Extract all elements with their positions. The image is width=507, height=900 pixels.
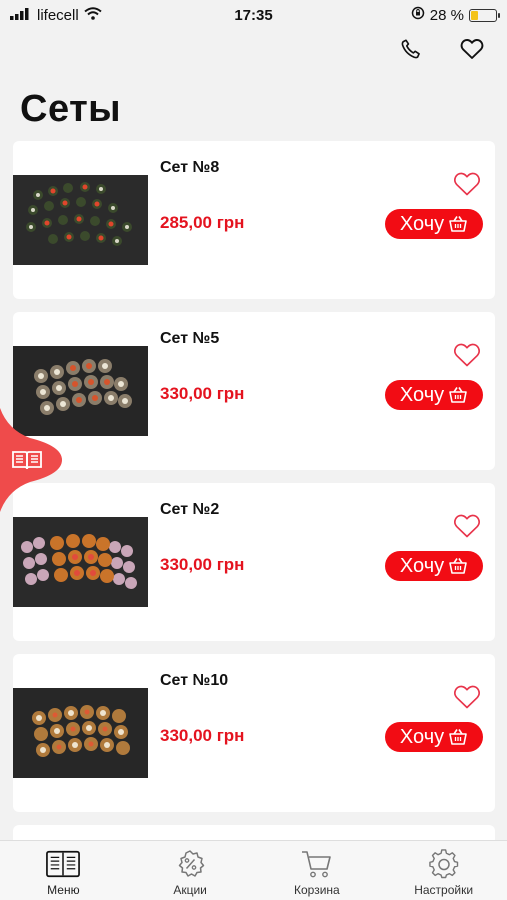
product-price: 330,00 грн [160, 384, 245, 403]
product-name: Сет №5 [160, 330, 220, 347]
tab-settings[interactable]: Настройки [381, 841, 507, 900]
tab-cart[interactable]: Корзина [254, 841, 380, 900]
catalog-menu-bubble[interactable] [0, 408, 64, 512]
heart-icon [460, 39, 484, 59]
heart-outline-icon [454, 685, 480, 709]
add-to-favorites-button[interactable] [453, 684, 481, 710]
want-button[interactable]: Хочу [385, 722, 483, 752]
tab-bar: Меню Акции Корзина Настройки [0, 840, 507, 900]
basket-icon [449, 387, 467, 403]
want-button-label: Хочу [399, 212, 445, 235]
heart-outline-icon [454, 172, 480, 196]
want-button[interactable]: Хочу [385, 380, 483, 410]
battery-percent: 28 % [429, 6, 464, 24]
wifi-icon [84, 6, 102, 24]
status-right: 28 % [411, 6, 500, 24]
product-image [13, 688, 148, 778]
want-button-label: Хочу [399, 725, 445, 748]
favorites-button[interactable] [459, 36, 485, 62]
product-name: Сет №2 [160, 501, 220, 518]
product-card[interactable]: Сет №10 330,00 грн Хочу [13, 654, 495, 812]
page-title: Сеты [20, 88, 122, 130]
product-name: Сет №10 [160, 672, 229, 689]
product-card[interactable]: Сет №2 330,00 грн Хочу [13, 483, 495, 641]
want-button[interactable]: Хочу [385, 551, 483, 581]
signal-icon [10, 7, 32, 24]
product-price: 285,00 грн [160, 213, 245, 232]
menu-book-icon [46, 849, 81, 879]
product-name: Сет №8 [160, 159, 220, 176]
basket-icon [449, 558, 467, 574]
add-to-favorites-button[interactable] [453, 171, 481, 197]
tab-settings-label: Настройки [414, 883, 474, 897]
cart-icon [300, 849, 334, 879]
product-list: Сет №8 285,00 грн Хочу Сет №5 330,00 грн… [13, 141, 495, 858]
add-to-favorites-button[interactable] [453, 513, 481, 539]
product-price: 330,00 грн [160, 726, 245, 745]
want-button-label: Хочу [399, 383, 445, 406]
orientation-lock-icon [411, 6, 425, 24]
tab-promotions-label: Акции [173, 883, 207, 897]
basket-icon [449, 216, 467, 232]
add-to-favorites-button[interactable] [453, 342, 481, 368]
battery-level-fill [471, 10, 478, 20]
want-button[interactable]: Хочу [385, 209, 483, 239]
tab-cart-label: Корзина [294, 883, 340, 897]
heart-outline-icon [454, 514, 480, 538]
header-actions [398, 36, 485, 62]
status-left: lifecell [10, 7, 102, 24]
status-bar: lifecell 17:35 28 % [0, 0, 507, 30]
product-card[interactable]: Сет №5 330,00 грн Хочу [13, 312, 495, 470]
battery-icon [469, 8, 500, 22]
product-price: 330,00 грн [160, 555, 245, 574]
phone-icon [401, 39, 420, 59]
tab-menu[interactable]: Меню [0, 841, 126, 900]
tab-menu-label: Меню [47, 883, 80, 897]
product-image [13, 175, 148, 265]
product-card[interactable]: Сет №8 285,00 грн Хочу [13, 141, 495, 299]
discount-gear-icon [173, 849, 207, 879]
carrier-name: lifecell [37, 6, 79, 24]
basket-icon [449, 729, 467, 745]
tab-promotions[interactable]: Акции [127, 841, 253, 900]
phone-button[interactable] [398, 36, 424, 62]
want-button-label: Хочу [399, 554, 445, 577]
product-image [13, 517, 148, 607]
settings-gear-icon [427, 849, 461, 879]
heart-outline-icon [454, 343, 480, 367]
